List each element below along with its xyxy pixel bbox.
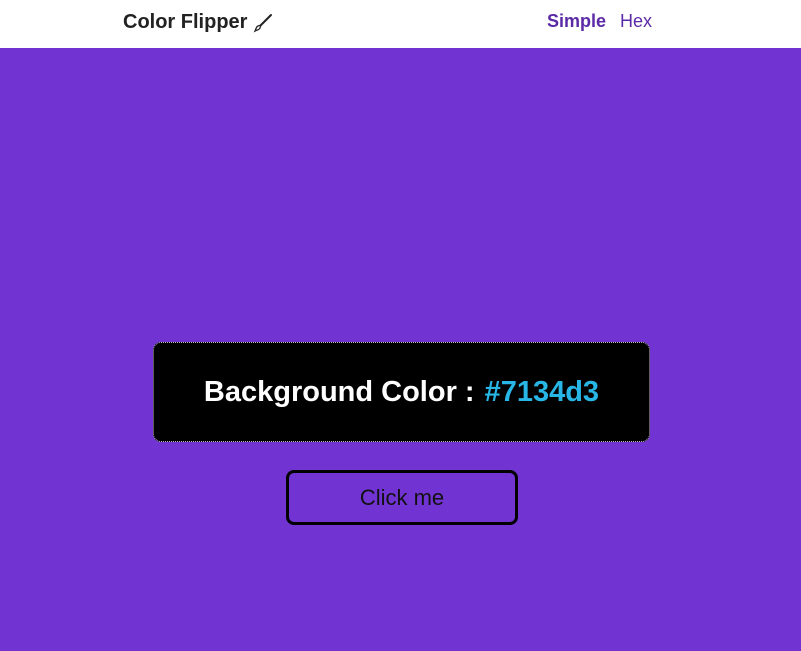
navbar: Color Flipper Simple Hex bbox=[0, 0, 801, 48]
color-value: #7134d3 bbox=[484, 375, 600, 408]
nav-links: Simple Hex bbox=[547, 11, 652, 32]
nav-link-hex[interactable]: Hex bbox=[620, 11, 652, 32]
brand[interactable]: Color Flipper bbox=[123, 11, 273, 34]
paintbrush-icon bbox=[253, 13, 273, 33]
page-background: Color Flipper Simple Hex Background Colo… bbox=[0, 0, 801, 651]
color-display-box: Background Color : #7134d3 bbox=[153, 342, 650, 442]
click-me-button[interactable]: Click me bbox=[286, 470, 518, 525]
color-label: Background Color : bbox=[203, 375, 475, 408]
brand-title: Color Flipper bbox=[123, 11, 248, 33]
nav-link-simple[interactable]: Simple bbox=[547, 11, 606, 32]
